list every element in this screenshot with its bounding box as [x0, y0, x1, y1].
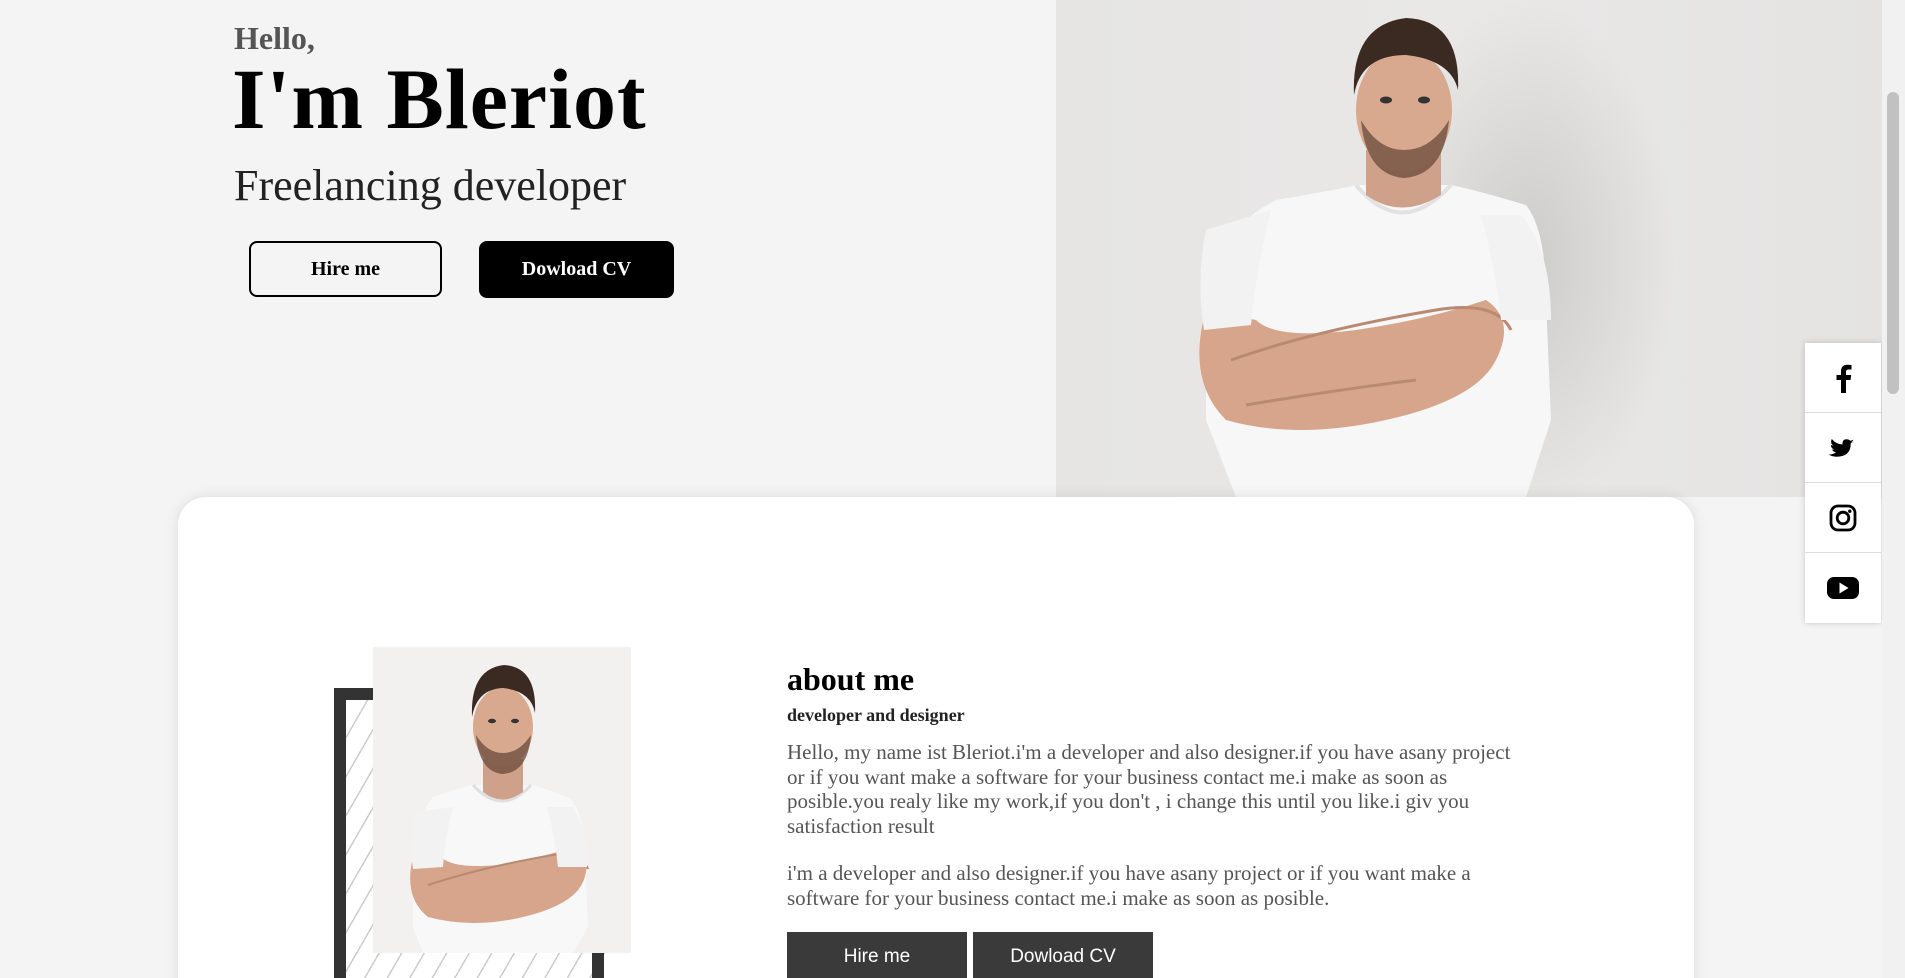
- page: Hello, I'm Bleriot Freelancing developer…: [0, 0, 1905, 978]
- social-sidebar: [1805, 343, 1881, 623]
- youtube-icon: [1827, 577, 1859, 599]
- social-twitter-link[interactable]: [1805, 413, 1881, 483]
- about-subtitle: developer and designer: [787, 705, 965, 725]
- hero-name: I'm Bleriot: [232, 51, 647, 147]
- hero-download-cv-button[interactable]: Dowload CV: [479, 241, 674, 298]
- hero-hire-button[interactable]: Hire me: [249, 241, 442, 297]
- instagram-icon: [1829, 504, 1857, 531]
- hero-role: Freelancing developer: [234, 161, 627, 210]
- person-photo-illustration: [1199, 0, 1676, 497]
- twitter-icon: [1828, 438, 1854, 457]
- social-instagram-link[interactable]: [1805, 483, 1881, 553]
- page-scrollbar[interactable]: [1882, 0, 1905, 978]
- about-download-cv-button[interactable]: Dowload CV: [973, 932, 1153, 978]
- social-facebook-link[interactable]: [1805, 343, 1881, 413]
- about-person-illustration: [410, 665, 589, 953]
- facebook-icon: [1836, 364, 1852, 393]
- scrollbar-thumb[interactable]: [1887, 92, 1899, 394]
- about-paragraph-2: i'm a developer and also designer.if you…: [787, 861, 1471, 910]
- about-hire-button[interactable]: Hire me: [787, 932, 967, 978]
- about-title: about me: [787, 661, 915, 697]
- about-photo-frame-edge: [592, 953, 604, 978]
- about-photo: [373, 647, 631, 953]
- hero-photo: [1056, 0, 1882, 497]
- social-youtube-link[interactable]: [1805, 553, 1881, 623]
- about-paragraph-1: Hello, my name ist Bleriot.i'm a develop…: [787, 740, 1511, 838]
- hero-section: Hello, I'm Bleriot Freelancing developer…: [0, 0, 1056, 497]
